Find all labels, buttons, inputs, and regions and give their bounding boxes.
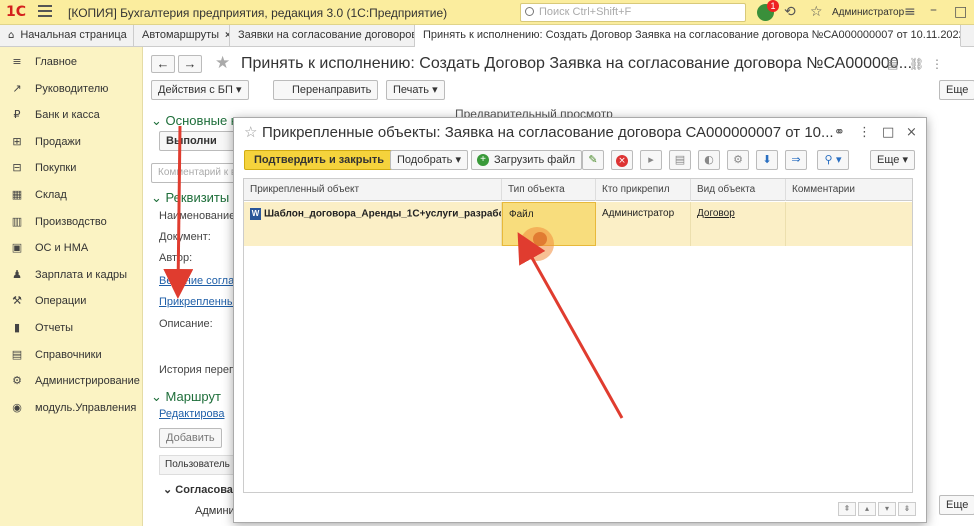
annotation-arrows [163,125,624,419]
annotation-arrow [517,232,624,419]
annotation-arrow [163,125,194,299]
